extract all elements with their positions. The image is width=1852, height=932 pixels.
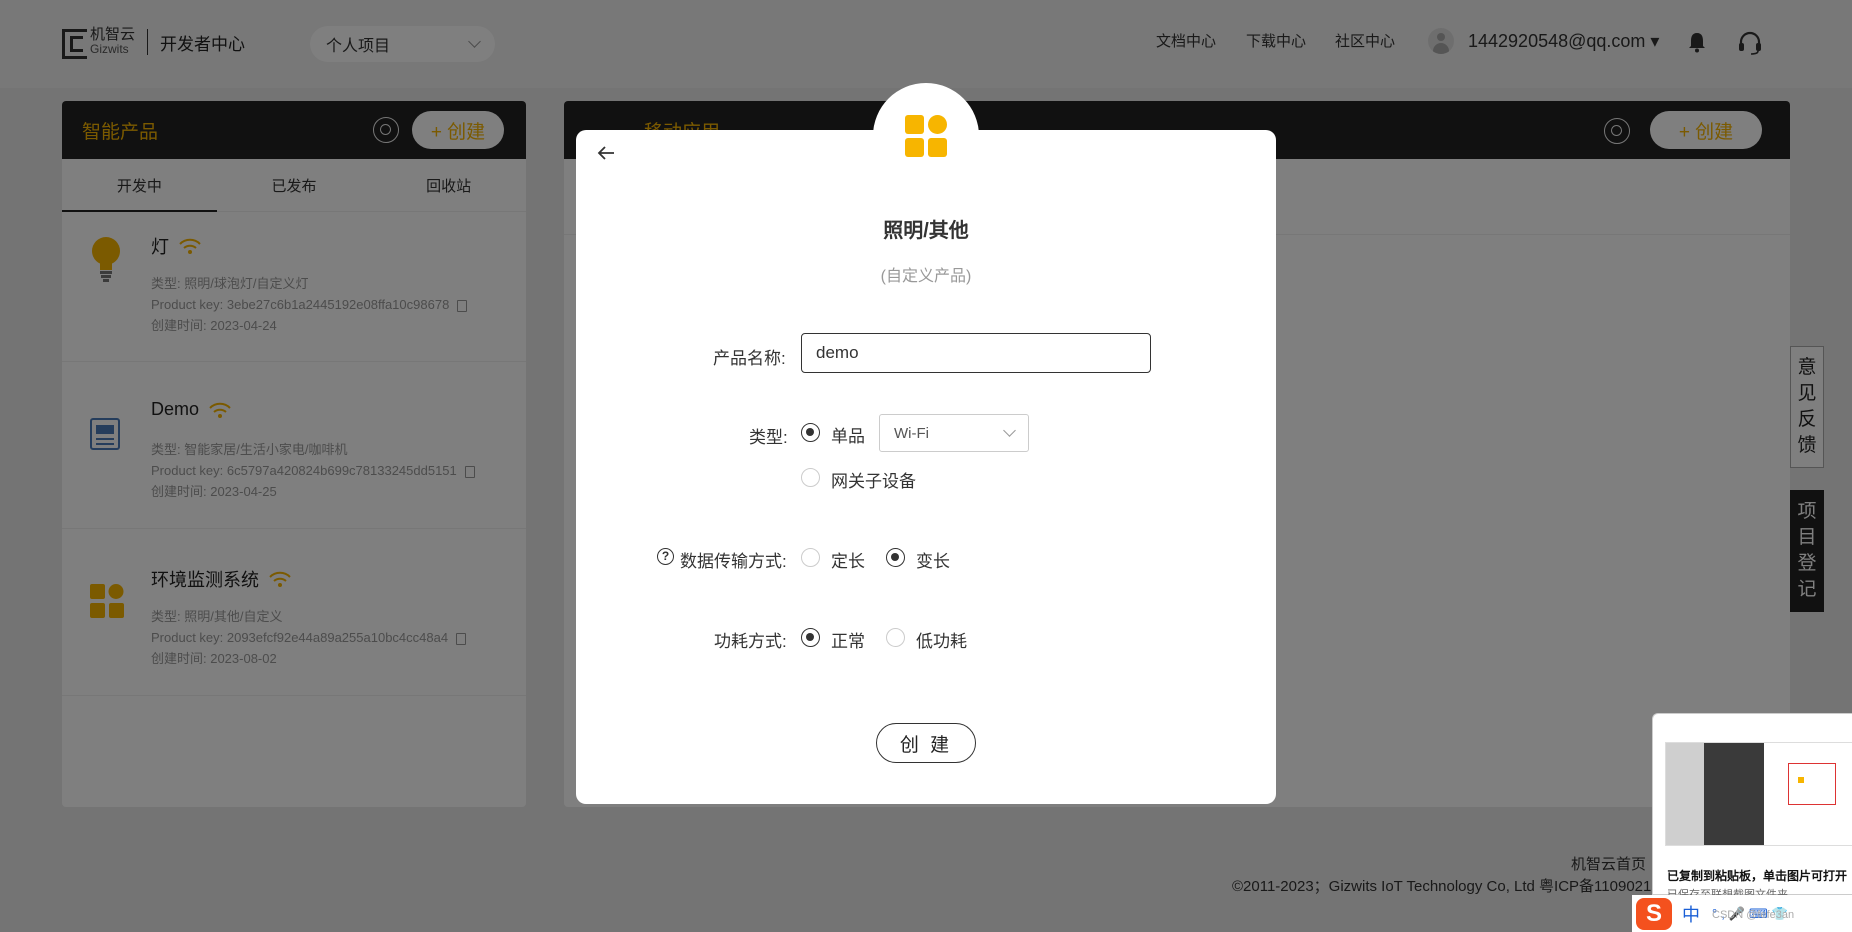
type-gateway-subdevice-label[interactable]: 网关子设备 [831,467,916,492]
power-low-radio[interactable] [886,628,905,647]
transfer-fixed-label[interactable]: 定长 [831,547,865,572]
category-grid-icon [905,115,947,157]
dialog-subtitle: (自定义产品) [880,268,972,285]
product-name-input[interactable] [801,333,1151,373]
help-icon[interactable]: ? [657,548,674,565]
type-single-label[interactable]: 单品 [831,422,865,447]
watermark-text: CSDN @fefe3an [1712,909,1795,921]
transfer-variable-radio[interactable] [886,548,905,567]
product-name-label: 产品名称: [713,349,786,368]
type-gateway-subdevice-radio[interactable] [801,468,820,487]
screenshot-thumbnail[interactable] [1665,742,1852,846]
transfer-variable-label[interactable]: 变长 [916,547,950,572]
power-mode-label: 功耗方式: [714,632,787,651]
network-select-value: Wi-Fi [894,424,929,442]
ime-language-toggle[interactable]: 中 [1682,901,1700,927]
power-normal-label[interactable]: 正常 [831,627,865,652]
power-normal-radio[interactable] [801,628,820,647]
dialog-title: 照明/其他 [883,220,969,242]
back-arrow-icon[interactable] [597,145,615,161]
transfer-fixed-radio[interactable] [801,548,820,567]
sogou-ime-icon[interactable]: S [1636,897,1672,930]
power-low-label[interactable]: 低功耗 [916,627,967,652]
create-button[interactable]: 创 建 [876,723,976,763]
ime-toolbar[interactable]: S 中 °,🎤⌨👕 CSDN @fefe3an [1632,895,1852,932]
toast-message: 已复制到粘贴板，单击图片可打开 [1667,869,1848,883]
screenshot-toast[interactable]: 已复制到粘贴板，单击图片可打开 已保存至联想截图文件夹 [1652,713,1852,901]
chevron-down-icon [1003,424,1016,437]
data-transfer-label: 数据传输方式: [680,552,787,571]
network-select[interactable]: Wi-Fi [879,414,1029,452]
type-label: 类型: [749,428,788,447]
type-single-radio[interactable] [801,423,820,442]
